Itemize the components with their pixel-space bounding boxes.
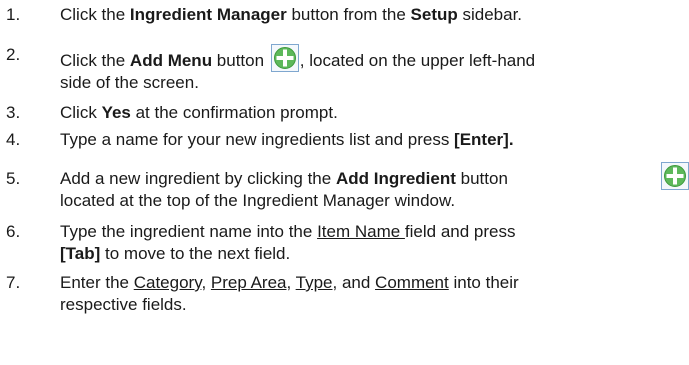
underlined-field-name: Prep Area [210,273,287,292]
add-ingredient-icon [661,162,689,190]
bold-term: [Tab] [60,244,101,263]
text-run: at the confirmation prompt. [130,103,338,122]
text-run: , [286,273,296,292]
text-run: Click the [60,51,130,70]
text-run: to move to the next field. [100,244,291,263]
text-run: button [455,169,508,188]
bold-term: Yes [101,103,131,122]
text-run: button from the [286,5,411,24]
underlined-field-name: Comment [375,273,449,292]
add-menu-icon [270,44,299,72]
text-run: Click [60,103,102,122]
underlined-field-name: Category [133,273,202,292]
step-text: Enter the Category, Prep Area, Type, and… [60,272,685,316]
text-run: Type the ingredient name into the [60,222,318,241]
text-run: Add a new ingredient by clicking the [60,169,336,188]
step-number: 6. [6,222,21,241]
text-run: side of the screen. [60,73,199,92]
bold-term: Ingredient Manager [129,5,287,24]
text-run: , located on the upper left-hand [299,51,536,70]
text-run: sidebar. [457,5,523,24]
step-text: Click Yes at the confirmation prompt. [60,102,685,124]
step-text: Add a new ingredient by clicking the Add… [60,168,685,212]
underlined-field-name: Item Name [317,222,405,241]
step-text: Click the Add Menu button , located on t… [60,44,685,94]
step-text: Type the ingredient name into the Item N… [60,221,685,265]
bold-term: Add Menu [129,51,213,70]
text-run: into their [448,273,519,292]
text-run: button [212,51,269,70]
step-number: 2. [6,45,21,64]
bold-term: Setup [410,5,458,24]
text-run: , [201,273,211,292]
text-run: field and press [404,222,516,241]
text-run: Type a name for your new ingredients lis… [60,130,455,149]
text-run: located at the top of the Ingredient Man… [60,191,456,210]
step-number: 3. [6,103,21,122]
step-number: 1. [6,5,21,24]
instructions-list: 1. Click the Ingredient Manager button f… [0,0,689,365]
step-number: 4. [6,130,21,149]
bold-term: Add Ingredient [335,169,456,188]
text-run: Click the [60,5,130,24]
step-number: 7. [6,273,21,292]
text-run: , and [332,273,376,292]
step-number: 5. [6,169,21,188]
step-text: Type a name for your new ingredients lis… [60,129,685,151]
text-run: respective fields. [60,295,187,314]
step-text: Click the Ingredient Manager button from… [60,4,685,26]
text-run: Enter the [60,273,134,292]
bold-term: [Enter]. [454,130,514,149]
underlined-field-name: Type [295,273,333,292]
